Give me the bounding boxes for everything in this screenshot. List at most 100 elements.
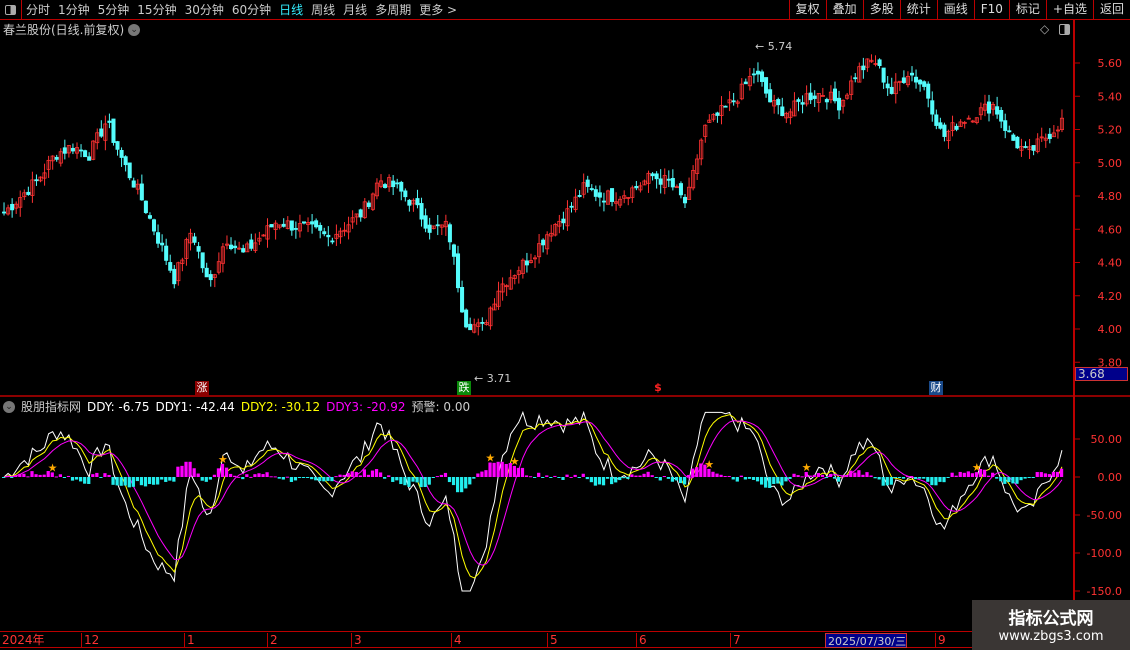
indicator-bar [638, 475, 642, 477]
candle [200, 252, 205, 269]
marker-up[interactable]: 涨 [195, 381, 209, 395]
indicator-bar [853, 472, 857, 477]
marker-down[interactable]: 跌 [457, 381, 471, 395]
candle [366, 202, 371, 207]
indicator-bar [1003, 477, 1007, 484]
candle [87, 156, 92, 161]
indicator-bar [326, 477, 330, 481]
warning-value: 预警: 0.00 [411, 400, 471, 414]
ddy1-value: DDY1: -42.44 [155, 399, 235, 414]
candle [407, 199, 412, 206]
indicator-bar [127, 477, 131, 488]
candle [995, 106, 1000, 115]
indicator-bar [168, 477, 172, 481]
indicator-bar [378, 472, 383, 477]
indicator-bar [824, 477, 829, 479]
indicator-bar [622, 477, 626, 479]
candle [289, 220, 294, 231]
date-label: 2024年 [2, 633, 45, 647]
date-label: 5 [547, 633, 558, 648]
indicator-bar [520, 467, 525, 477]
indicator-bar [922, 477, 926, 479]
candle [577, 195, 582, 197]
indicator-bar [682, 477, 687, 485]
marker-dollar[interactable]: $ [651, 381, 665, 395]
candle [589, 188, 594, 190]
indicator-name: 股朋指标网 [21, 400, 82, 414]
indicator-bar [1043, 473, 1047, 477]
candle [541, 239, 546, 246]
indicator-bar [273, 476, 277, 478]
candle [455, 253, 461, 289]
indicator-bar [573, 474, 577, 477]
indicator-bar [354, 471, 358, 477]
indicator-bar [711, 471, 715, 477]
indicator-bar [780, 477, 784, 486]
indicator-bar [151, 477, 156, 485]
star-signal: ★ [48, 461, 58, 474]
indicator-bar [885, 477, 889, 486]
chevron-down-icon[interactable]: ⌄ [3, 400, 15, 413]
indicator-bar [147, 477, 152, 485]
price-tick-label: 4.80 [1098, 190, 1123, 203]
candle [399, 181, 404, 192]
indicator-bar [14, 475, 18, 477]
indicator-bar [1019, 477, 1023, 481]
indicator-bar [995, 477, 999, 479]
candle [281, 223, 286, 227]
current-price-box: 3.68 [1075, 367, 1128, 381]
candle [70, 147, 75, 152]
indicator-bar [435, 476, 439, 478]
indicator-bar [504, 463, 508, 477]
chart-canvas[interactable]: 5.605.405.205.004.804.604.404.204.003.80… [0, 0, 1130, 650]
candle [1031, 145, 1036, 151]
indicator-bar [87, 477, 91, 484]
candle [715, 112, 720, 116]
candle [764, 77, 769, 94]
candle [569, 205, 574, 208]
candle [119, 150, 124, 158]
indicator-bar [277, 477, 281, 479]
indicator-bar [877, 477, 881, 480]
indicator-bar [991, 472, 995, 477]
star-signal: ★ [704, 458, 714, 471]
indicator-bar [451, 477, 456, 486]
indicator-bar [569, 476, 573, 478]
star-signal: ★ [802, 461, 812, 474]
indicator-bar [966, 471, 970, 477]
indicator-bar [593, 477, 598, 486]
indicator-bar [281, 477, 285, 480]
indicator-bar [447, 477, 452, 483]
date-label: 1 [184, 633, 195, 648]
indicator-bar [427, 477, 431, 485]
right-axis-line [1073, 20, 1075, 630]
indicator-bar [962, 472, 966, 477]
indicator-bar [196, 473, 200, 477]
indicator-bar [865, 472, 869, 477]
indicator-bar [1039, 472, 1043, 477]
indicator-bar [172, 477, 176, 482]
indicator-bar [395, 477, 399, 481]
indicator-bar [553, 475, 557, 477]
indicator-bar [533, 477, 537, 478]
indicator-bar [233, 475, 237, 477]
indicator-bar [306, 477, 310, 478]
indicator-bar [346, 472, 350, 477]
candle [143, 200, 148, 214]
candle [914, 76, 919, 83]
candle [147, 215, 152, 219]
candle [427, 224, 432, 233]
indicator-bar [630, 474, 634, 477]
candle [634, 185, 639, 189]
candle [383, 184, 388, 188]
indicator-bar [1055, 471, 1060, 477]
marker-finance[interactable]: 财 [929, 381, 943, 395]
indicator-bar [58, 474, 62, 477]
price-tick-label: 4.20 [1098, 290, 1123, 303]
indicator-bar [62, 477, 67, 478]
candle [107, 120, 112, 123]
indicator-bar [460, 477, 464, 493]
price-tick-label: 5.40 [1098, 90, 1123, 103]
candle [34, 179, 39, 182]
indicator-bar [314, 477, 318, 481]
